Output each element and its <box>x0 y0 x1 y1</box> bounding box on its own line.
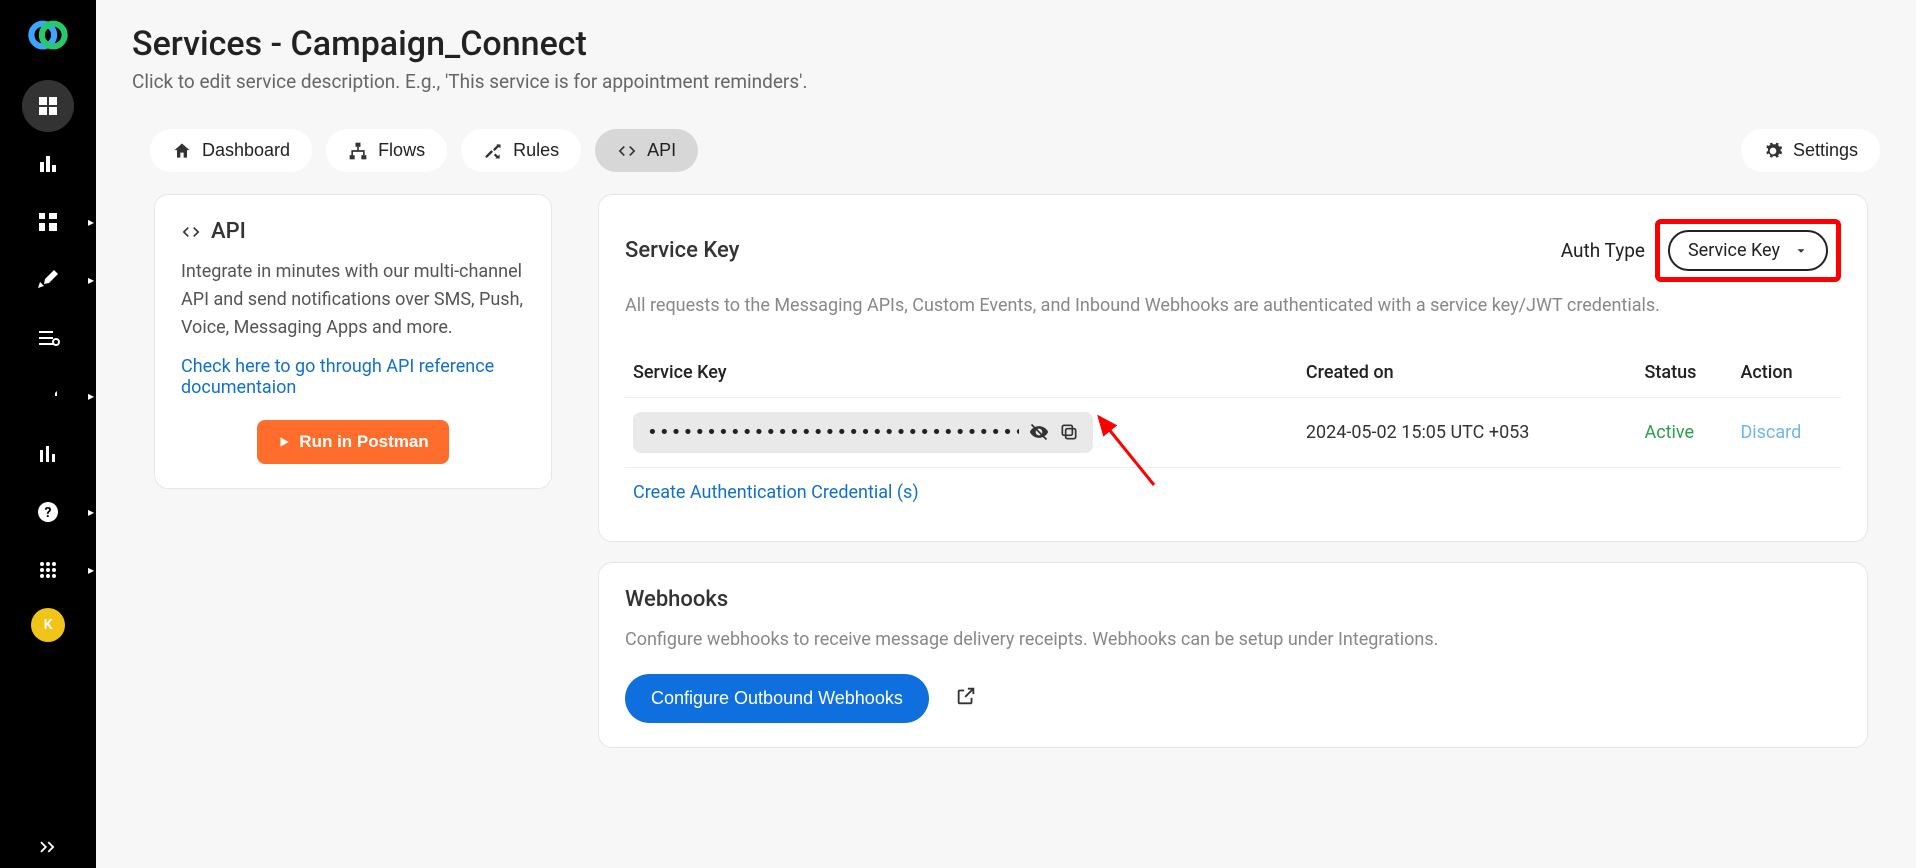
service-key-desc: All requests to the Messaging APIs, Cust… <box>625 292 1841 320</box>
tab-dashboard-label: Dashboard <box>202 140 290 161</box>
tab-settings[interactable]: Settings <box>1741 129 1880 172</box>
auth-type-label: Auth Type <box>1561 239 1645 262</box>
sidebar: ▸ ▸ ▸ ? ▸ ▸ K <box>0 0 96 868</box>
service-key-row: •••••••••••••••••••••••••••••••••• <box>625 397 1841 467</box>
nav-list-icon[interactable] <box>22 312 74 364</box>
page-title[interactable]: Services - Campaign_Connect <box>132 24 1880 64</box>
nav-equalizer-icon[interactable] <box>22 428 74 480</box>
api-doc-link[interactable]: Check here to go through API reference d… <box>181 356 525 398</box>
webhooks-card: Webhooks Configure webhooks to receive m… <box>598 562 1868 748</box>
th-created-on: Created on <box>1298 352 1637 398</box>
service-key-title: Service Key <box>625 238 739 263</box>
nav-dashboard-icon[interactable] <box>22 80 74 132</box>
play-icon <box>277 435 291 449</box>
copy-key-icon[interactable] <box>1059 422 1079 442</box>
nav-analytics-icon[interactable] <box>22 138 74 190</box>
api-card-desc: Integrate in minutes with our multi-chan… <box>181 258 525 342</box>
th-service-key: Service Key <box>625 352 1298 398</box>
nav-help-icon[interactable]: ? ▸ <box>22 486 74 538</box>
sidebar-collapse-icon[interactable] <box>0 836 96 858</box>
discard-action[interactable]: Discard <box>1740 422 1801 443</box>
reveal-key-icon[interactable] <box>1029 422 1049 442</box>
tab-settings-label: Settings <box>1793 140 1858 161</box>
th-action: Action <box>1732 352 1841 398</box>
code-icon <box>181 222 201 242</box>
api-card: API Integrate in minutes with our multi-… <box>154 194 552 489</box>
page-subtitle[interactable]: Click to edit service description. E.g.,… <box>132 70 1880 93</box>
webhooks-title: Webhooks <box>625 587 1841 612</box>
service-key-card: Service Key Auth Type Service Key All <box>598 194 1868 542</box>
status-value: Active <box>1637 397 1733 467</box>
main-content: Services - Campaign_Connect Click to edi… <box>96 0 1916 868</box>
chevron-down-icon <box>1794 244 1808 258</box>
external-link-icon[interactable] <box>955 685 977 711</box>
code-icon <box>617 141 637 161</box>
nav-tools-icon[interactable]: ▸ <box>22 254 74 306</box>
svg-text:?: ? <box>45 505 52 521</box>
tab-rules[interactable]: Rules <box>461 129 581 172</box>
user-avatar[interactable]: K <box>31 608 65 642</box>
nav-apps-icon[interactable]: ▸ <box>22 196 74 248</box>
service-key-table: Service Key Created on Status Action ••• <box>625 352 1841 468</box>
tab-api-label: API <box>647 140 676 161</box>
tab-dashboard[interactable]: Dashboard <box>150 129 312 172</box>
gear-icon <box>1763 141 1783 161</box>
tab-flows-label: Flows <box>378 140 425 161</box>
run-in-postman-button[interactable]: Run in Postman <box>257 420 448 464</box>
shuffle-icon <box>483 141 503 161</box>
th-status: Status <box>1637 352 1733 398</box>
configure-webhooks-button[interactable]: Configure Outbound Webhooks <box>625 674 929 723</box>
api-card-title: API <box>181 219 525 244</box>
tab-api[interactable]: API <box>595 129 698 172</box>
highlight-annotation: Service Key <box>1655 219 1841 282</box>
api-card-title-text: API <box>211 219 246 244</box>
tab-flows[interactable]: Flows <box>326 129 447 172</box>
auth-type-value: Service Key <box>1688 240 1780 261</box>
nav-trend-icon[interactable]: ▸ <box>22 370 74 422</box>
create-credential-link[interactable]: Create Authentication Credential (s) <box>625 468 927 517</box>
webex-logo <box>27 14 69 60</box>
created-on-value: 2024-05-02 15:05 UTC +053 <box>1298 397 1637 467</box>
run-in-postman-label: Run in Postman <box>299 432 428 452</box>
masked-key: •••••••••••••••••••••••••••••••••• <box>647 422 1019 443</box>
webhooks-desc: Configure webhooks to receive message de… <box>625 626 1841 654</box>
sitemap-icon <box>348 141 368 161</box>
auth-type-select[interactable]: Service Key <box>1668 230 1828 271</box>
service-key-cell: •••••••••••••••••••••••••••••••••• <box>633 412 1093 453</box>
tab-rules-label: Rules <box>513 140 559 161</box>
tab-row: Dashboard Flows Rules API Settings <box>150 129 1880 172</box>
home-icon <box>172 141 192 161</box>
nav-dialpad-icon[interactable]: ▸ <box>22 544 74 596</box>
